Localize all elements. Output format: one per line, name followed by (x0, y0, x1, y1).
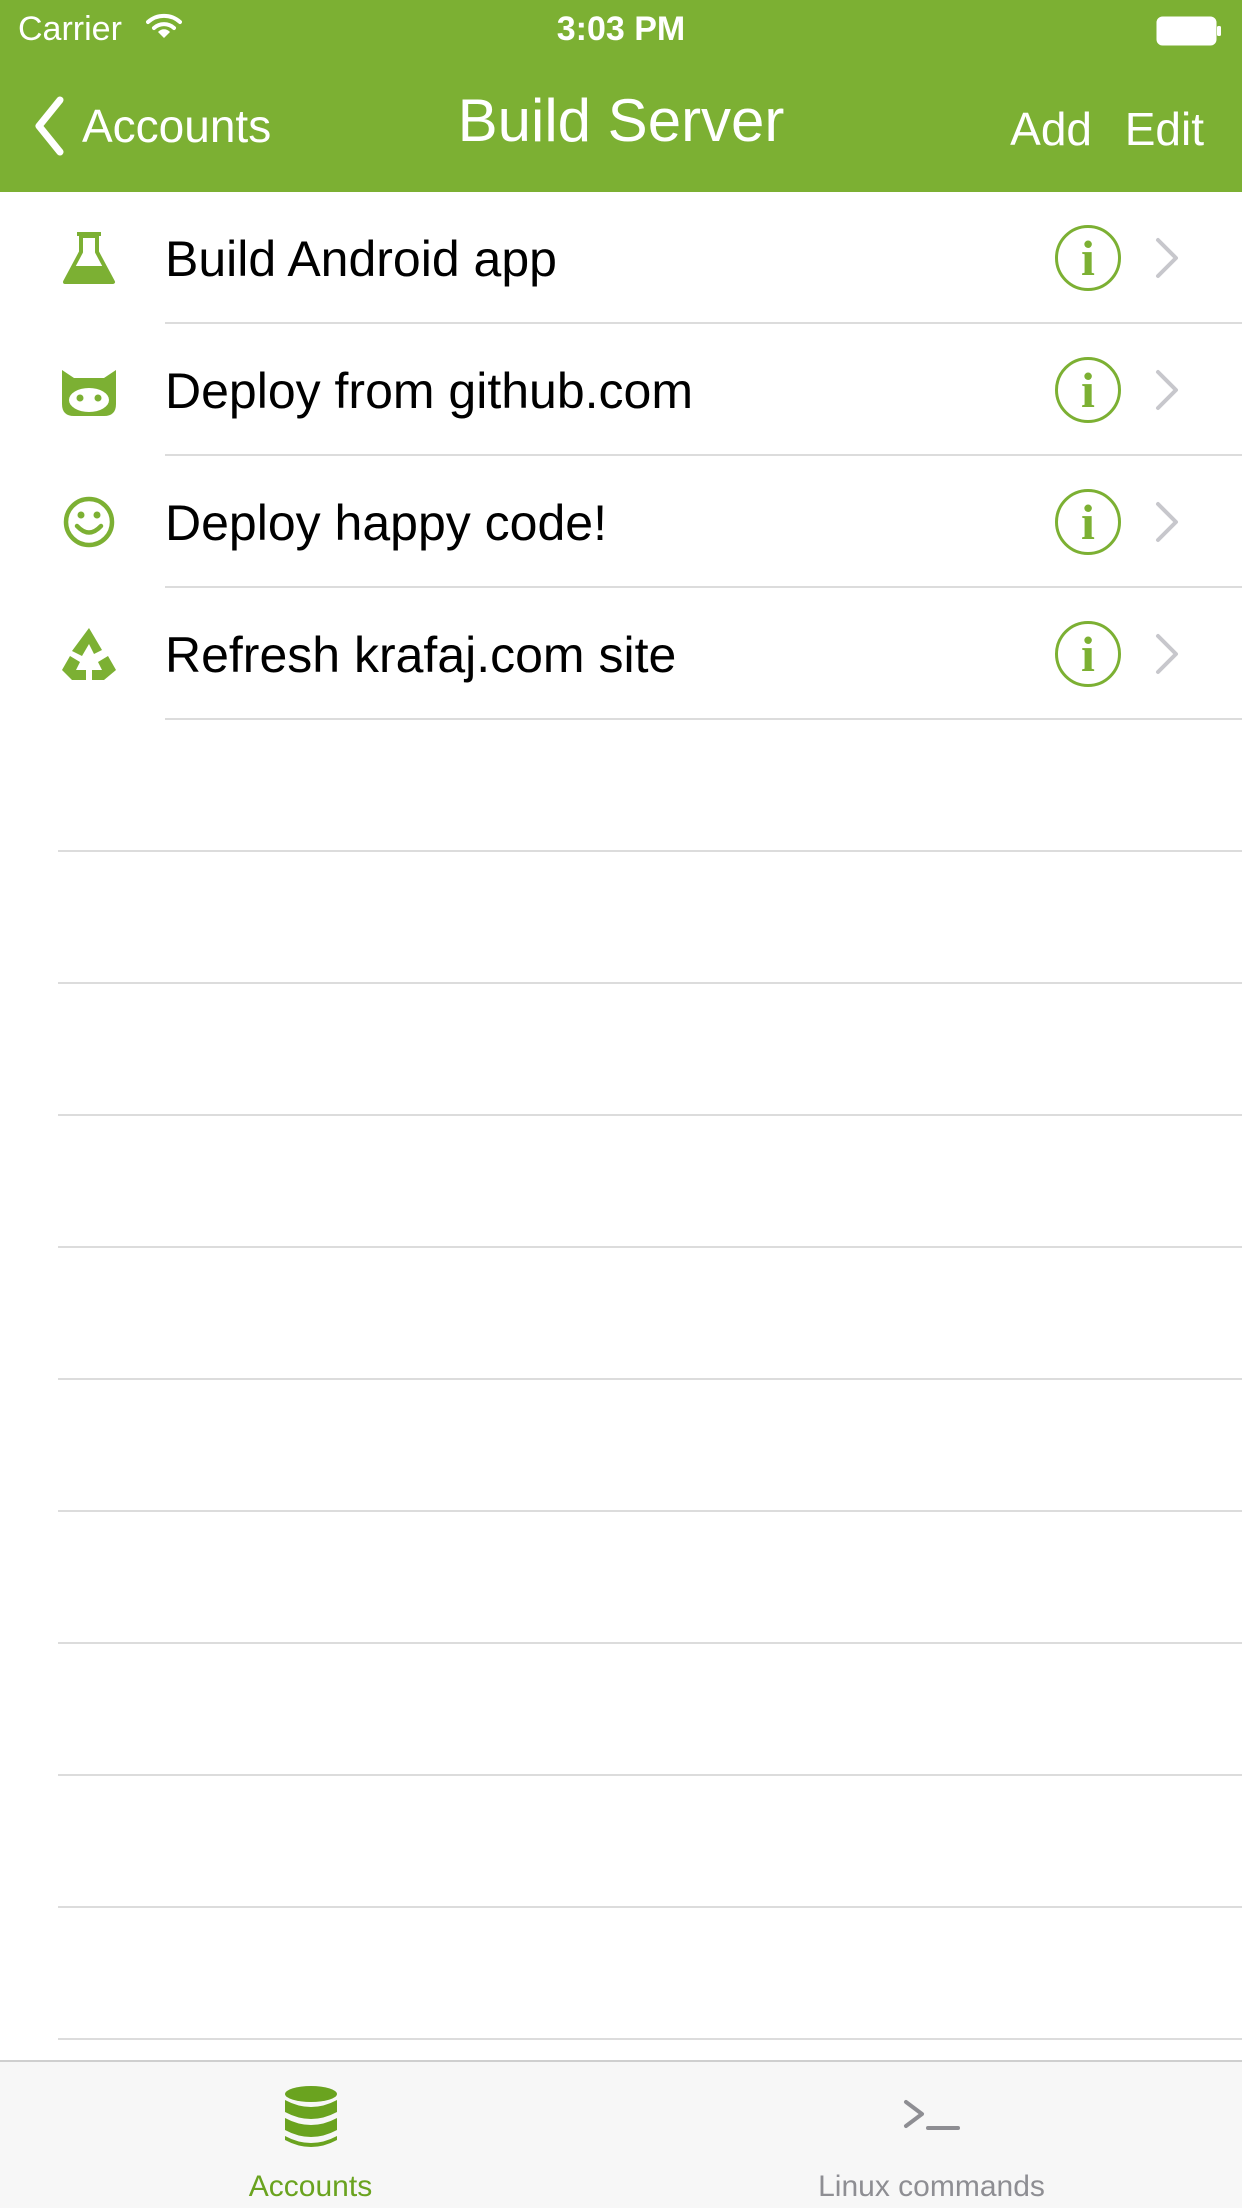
row-label: Build Android app (165, 231, 557, 287)
info-button[interactable]: i (1055, 225, 1121, 291)
chevron-right-icon (1152, 632, 1182, 676)
table-row[interactable]: Build Android app i (0, 192, 1242, 324)
tab-label: Linux commands (818, 2170, 1045, 2203)
recycle-icon (58, 624, 120, 684)
info-button[interactable]: i (1055, 489, 1121, 555)
empty-row (0, 1512, 1242, 1644)
row-label: Deploy from github.com (165, 363, 694, 419)
battery-icon (1156, 16, 1222, 46)
info-button[interactable]: i (1055, 357, 1121, 423)
add-button[interactable]: Add (1010, 102, 1092, 156)
empty-row (0, 1908, 1242, 2040)
tab-label: Accounts (248, 2170, 373, 2203)
flask-icon (58, 228, 120, 288)
chevron-right-icon (1152, 236, 1182, 280)
empty-row (0, 852, 1242, 984)
terminal-icon (902, 2084, 962, 2150)
tab-accounts[interactable]: Accounts (0, 2062, 621, 2208)
empty-row (0, 720, 1242, 852)
github-cat-icon (58, 360, 120, 420)
empty-row (0, 984, 1242, 1116)
table-row[interactable]: Refresh krafaj.com site i (0, 588, 1242, 720)
edit-button[interactable]: Edit (1125, 102, 1204, 156)
empty-row (0, 1116, 1242, 1248)
empty-row (0, 1380, 1242, 1512)
server-action-list: Build Android app i Deploy from github.c… (0, 192, 1242, 2040)
chevron-right-icon (1152, 368, 1182, 412)
table-row[interactable]: Deploy from github.com i (0, 324, 1242, 456)
table-row[interactable]: Deploy happy code! i (0, 456, 1242, 588)
database-icon (281, 2084, 341, 2150)
tab-bar: Accounts Linux commands (0, 2060, 1242, 2208)
row-label: Refresh krafaj.com site (165, 627, 677, 683)
row-label: Deploy happy code! (165, 495, 607, 551)
empty-row (0, 1644, 1242, 1776)
smiley-icon (58, 492, 120, 552)
status-time: 3:03 PM (556, 10, 686, 48)
chevron-right-icon (1152, 500, 1182, 544)
status-bar: Carrier 3:03 PM (0, 0, 1242, 60)
info-button[interactable]: i (1055, 621, 1121, 687)
empty-row (0, 1248, 1242, 1380)
navigation-bar: Accounts Build Server Add Edit (0, 60, 1242, 192)
empty-row (0, 1776, 1242, 1908)
tab-linux-commands[interactable]: Linux commands (621, 2062, 1242, 2208)
